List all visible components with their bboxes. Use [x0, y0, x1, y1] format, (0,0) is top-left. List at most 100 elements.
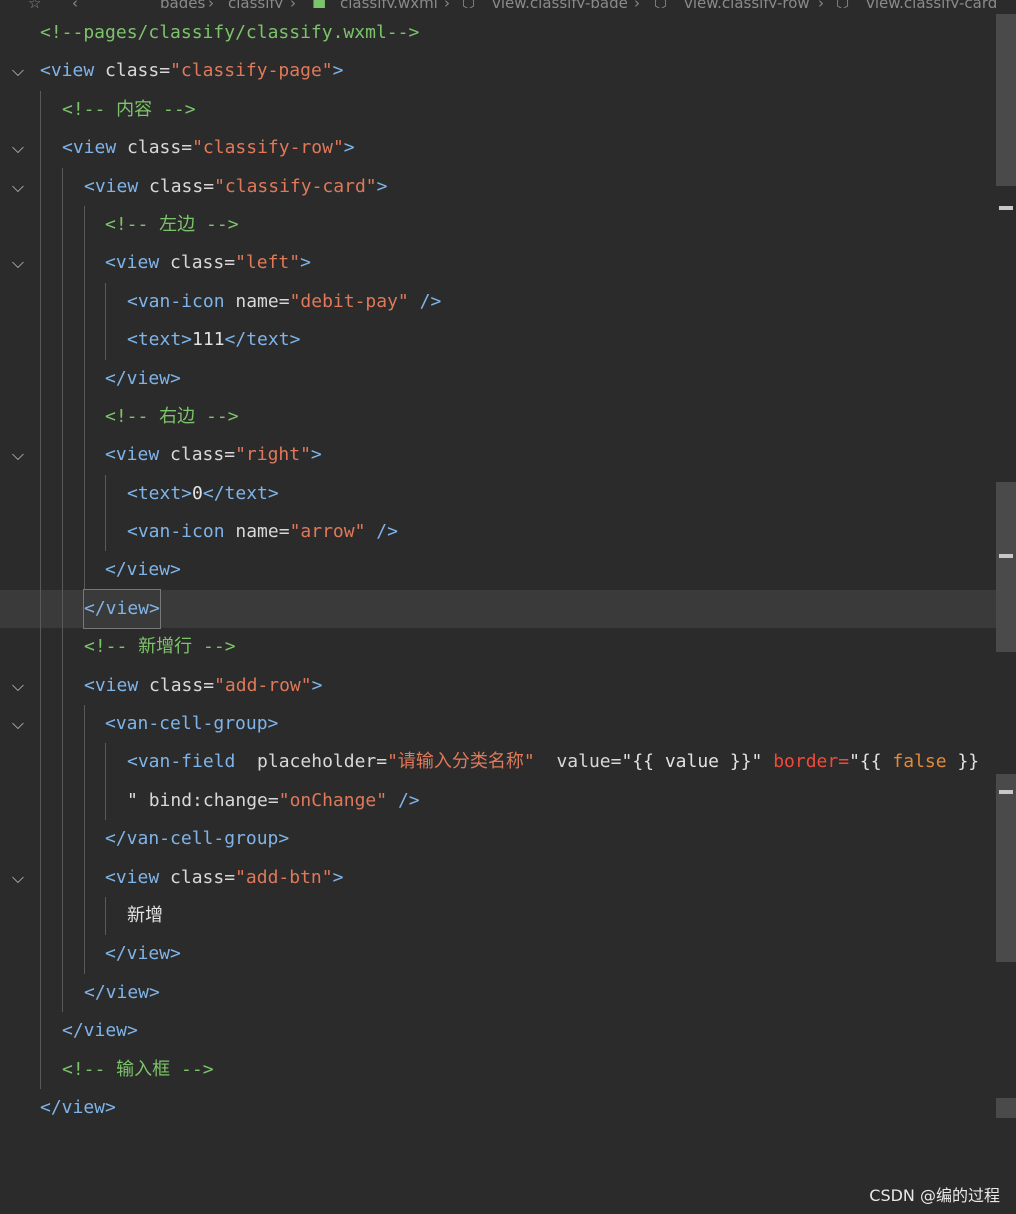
indent-guide — [62, 359, 63, 398]
tag: <view — [84, 175, 150, 197]
tag: </view> — [105, 943, 181, 965]
indent-guide — [62, 781, 63, 821]
breadcrumb-separator-icon: › — [444, 0, 450, 8]
element-icon: ⬡ — [654, 0, 667, 8]
code-line[interactable]: </view> — [0, 973, 996, 1013]
code-line[interactable]: <!--pages/classify/classify.wxml--> — [0, 14, 996, 52]
tag-end: > — [332, 866, 344, 888]
code-line[interactable]: </view> — [0, 551, 996, 590]
indent-guide — [40, 743, 41, 782]
code-line[interactable]: <van-field placeholder="请输入分类名称" value="… — [0, 743, 996, 782]
code-line[interactable]: <text>111</text> — [0, 321, 996, 360]
code-line[interactable]: 新增 — [0, 896, 996, 936]
tag: <view — [105, 866, 171, 888]
code-line[interactable]: <!-- 左边 --> — [0, 205, 996, 245]
code-line[interactable]: ⌵ <view class="right"> — [0, 436, 996, 475]
code-line[interactable]: </van-cell-group> — [0, 820, 996, 859]
tag: <view — [84, 674, 150, 696]
attr: name= — [235, 290, 290, 312]
bookmark-icon[interactable]: ☆ — [28, 0, 41, 8]
breadcrumb-item[interactable]: classify — [228, 0, 283, 8]
chevron-down-icon[interactable]: ⌵ — [8, 436, 28, 474]
code-line[interactable]: </view> — [0, 359, 996, 398]
breadcrumb-item[interactable]: pages — [160, 0, 205, 8]
tag: </text> — [224, 329, 301, 351]
indent-guide — [40, 589, 41, 629]
code-line[interactable]: <van-icon name="arrow" /> — [0, 513, 996, 552]
code-line[interactable]: <!-- 内容 --> — [0, 90, 996, 130]
chevron-down-icon[interactable]: ⌵ — [8, 705, 28, 743]
indent-guide — [84, 896, 85, 936]
code-line[interactable]: <!-- 右边 --> — [0, 397, 996, 437]
indent-guide — [40, 1050, 41, 1089]
indent-guide — [62, 628, 63, 667]
code-line[interactable]: </view> — [0, 935, 996, 974]
text-value: 新增 — [127, 904, 163, 926]
attr: class= — [149, 674, 215, 696]
indent-guide — [62, 551, 63, 590]
chevron-down-icon[interactable]: ⌵ — [8, 859, 28, 897]
scrollbar-region — [996, 1098, 1016, 1118]
indent-guide — [84, 397, 85, 437]
code-line[interactable]: ⌵ <view class="classify-card"> — [0, 167, 996, 206]
tag: </view> — [84, 981, 160, 1003]
code-line[interactable]: </view> — [0, 1089, 996, 1127]
code-line[interactable]: <!-- 新增行 --> — [0, 628, 996, 667]
element-icon: ⬡ — [836, 0, 849, 8]
breadcrumb-item[interactable]: view.classify-page — [492, 0, 628, 8]
code-line[interactable]: ⌵ <view class="left"> — [0, 244, 996, 283]
code-line[interactable]: ⌵ <view class="classify-row"> — [0, 129, 996, 168]
tag: <view — [62, 137, 128, 159]
breadcrumb-item[interactable]: view.classify-row — [684, 0, 810, 8]
code-line[interactable]: ⌵ <van-cell-group> — [0, 705, 996, 744]
breadcrumb-separator-icon: › — [290, 0, 296, 8]
chevron-down-icon[interactable]: ⌵ — [8, 244, 28, 282]
code-line[interactable]: <van-icon name="debit-pay" /> — [0, 282, 996, 322]
string: "{{ value }}" — [621, 751, 774, 773]
indent-guide — [62, 743, 63, 782]
code-line[interactable]: ⌵ <view class="add-row"> — [0, 666, 996, 706]
tag-end: > — [332, 60, 344, 82]
chevron-down-icon[interactable]: ⌵ — [8, 667, 28, 705]
attr: class= — [170, 252, 236, 274]
code-line[interactable]: " bind:change="onChange" /> — [0, 781, 996, 821]
code-line[interactable]: <text>0</text> — [0, 474, 996, 514]
string: "add-row" — [214, 674, 312, 696]
indent-guide — [40, 359, 41, 398]
code-line[interactable]: </view> — [0, 1012, 996, 1051]
attr: placeholder= — [257, 751, 388, 773]
scrollbar-thumb[interactable] — [996, 14, 1016, 186]
code-line-active[interactable]: </view> — [0, 588, 996, 630]
code-editor[interactable]: <!--pages/classify/classify.wxml--> ⌵ <v… — [0, 14, 996, 1127]
indent-guide — [62, 282, 63, 322]
indent-guide — [40, 90, 41, 130]
indent-guide — [62, 436, 63, 475]
keyword: false — [892, 751, 947, 773]
tag: </text> — [202, 482, 279, 504]
chevron-down-icon[interactable]: ⌵ — [8, 129, 28, 167]
indent-guide — [40, 705, 41, 744]
indent-guide — [105, 474, 106, 514]
breadcrumb-separator-icon: › — [818, 0, 824, 8]
breadcrumb-item[interactable]: classify.wxml — [340, 0, 438, 8]
scroll-marker — [999, 206, 1013, 210]
tag: <view — [105, 444, 171, 466]
indent-guide — [84, 513, 85, 552]
chevron-down-icon[interactable]: ⌵ — [8, 52, 28, 90]
code-line[interactable]: <!-- 输入框 --> — [0, 1050, 996, 1089]
code-line[interactable]: ⌵ <view class="classify-page"> — [0, 52, 996, 90]
breadcrumb-item[interactable]: view.classify-card — [866, 0, 997, 8]
vertical-scrollbar[interactable] — [996, 14, 1016, 1194]
back-icon[interactable]: ‹ — [72, 0, 78, 8]
chevron-down-icon[interactable]: ⌵ — [8, 168, 28, 206]
watermark: CSDN @编的过程 — [869, 1186, 1000, 1205]
indent-guide — [40, 129, 41, 168]
code-line[interactable]: ⌵ <view class="add-btn"> — [0, 858, 996, 897]
attr: bind:change= — [148, 789, 279, 811]
indent-guide — [62, 705, 63, 744]
breadcrumb-separator-icon: › — [208, 0, 214, 8]
tag-end: > — [310, 444, 322, 466]
comment: <!-- 输入框 --> — [62, 1058, 214, 1080]
tag: <van-field — [127, 751, 258, 773]
indent-guide — [84, 820, 85, 859]
